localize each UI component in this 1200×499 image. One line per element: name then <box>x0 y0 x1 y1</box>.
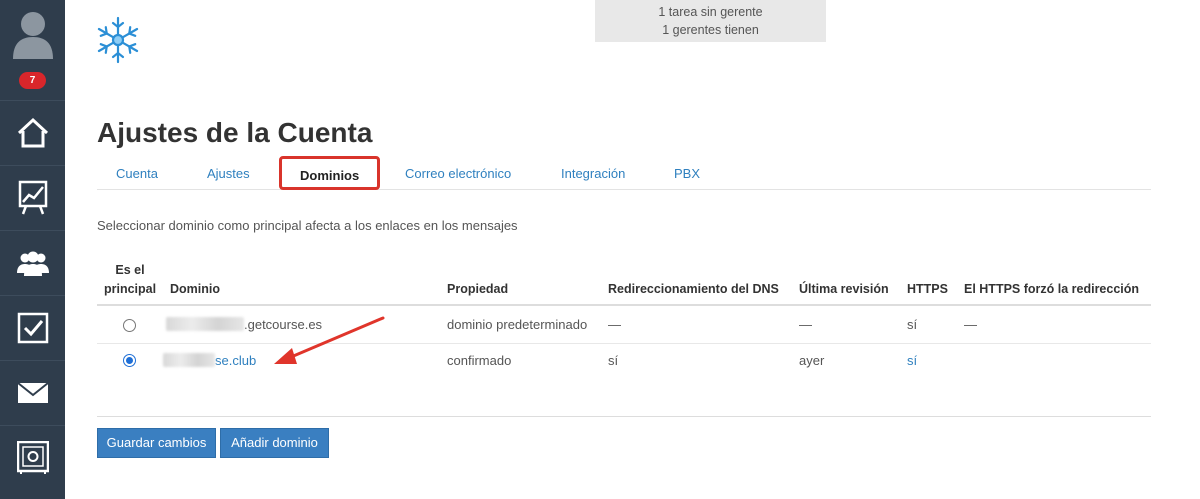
user-avatar-icon <box>12 11 53 59</box>
add-domain-button[interactable]: Añadir dominio <box>220 428 329 458</box>
table-row-dns: sí <box>608 353 619 368</box>
column-header-property: Propiedad <box>447 282 509 296</box>
safe-icon <box>16 441 49 474</box>
tab-integration[interactable]: Integración <box>561 166 625 181</box>
notice-line-2: 1 gerentes tienen <box>662 23 759 37</box>
table-row-last-check: ayer <box>799 353 825 368</box>
tab-email[interactable]: Correo electrónico <box>405 166 511 181</box>
sidebar-item-messages[interactable] <box>0 360 65 425</box>
tab-account[interactable]: Cuenta <box>116 166 158 181</box>
sidebar-item-safe[interactable] <box>0 425 65 490</box>
sidebar-item-reports[interactable] <box>0 165 65 230</box>
table-row-https-link[interactable]: sí <box>907 353 917 368</box>
column-header-https: HTTPS <box>907 282 948 296</box>
sidebar: 7 <box>0 0 65 499</box>
tab-settings[interactable]: Ajustes <box>207 166 250 181</box>
avatar[interactable] <box>0 0 65 65</box>
tab-domains[interactable]: Dominios <box>279 156 381 190</box>
sidebar-item-home[interactable] <box>0 100 65 165</box>
table-row-dns: — <box>608 317 621 332</box>
table-row-https-forced: — <box>964 317 977 332</box>
table-header-divider <box>97 304 1151 306</box>
table-row-last-check: — <box>799 317 812 332</box>
principal-radio-row-2[interactable] <box>123 354 136 367</box>
principal-radio-row-1[interactable] <box>123 319 136 332</box>
home-icon <box>17 117 48 148</box>
users-icon <box>16 251 49 276</box>
column-header-https-forced: El HTTPS forzó la redirección <box>964 282 1140 296</box>
column-header-dns: Redireccionamiento del DNS <box>608 282 779 296</box>
domain-description: Seleccionar dominio como principal afect… <box>97 218 518 233</box>
table-row-https: sí <box>907 317 918 332</box>
column-header-principal: Es el principal <box>104 263 157 296</box>
table-row-property: confirmado <box>447 353 512 368</box>
column-header-last-check: Última revisión <box>799 282 889 296</box>
annotation-arrow-icon <box>274 316 385 364</box>
redacted-text <box>163 353 215 367</box>
tab-pbx[interactable]: PBX <box>674 166 700 181</box>
unassigned-tasks-notice[interactable]: 1 tarea sin gerente 1 gerentes tienen <box>595 0 826 42</box>
notice-line-1: 1 tarea sin gerente <box>658 5 763 19</box>
chart-icon <box>18 180 47 215</box>
snowflake-logo-icon <box>97 16 139 64</box>
mail-icon <box>16 382 49 403</box>
table-row-domain-link[interactable]: se.club <box>163 353 256 368</box>
column-header-domain: Dominio <box>170 282 220 296</box>
save-changes-button[interactable]: Guardar cambios <box>97 428 216 458</box>
table-bottom-divider <box>97 416 1151 417</box>
settings-tabs: Cuenta Ajustes Dominios Correo electróni… <box>97 156 1151 190</box>
page-title: Ajustes de la Cuenta <box>97 117 373 148</box>
table-row-divider <box>97 343 1151 344</box>
redacted-text <box>166 317 244 331</box>
table-row-property: dominio predeterminado <box>447 317 588 332</box>
notification-badge[interactable]: 7 <box>19 72 46 89</box>
sidebar-item-users[interactable] <box>0 230 65 295</box>
sidebar-item-tasks[interactable] <box>0 295 65 360</box>
checkbox-icon <box>17 312 48 344</box>
